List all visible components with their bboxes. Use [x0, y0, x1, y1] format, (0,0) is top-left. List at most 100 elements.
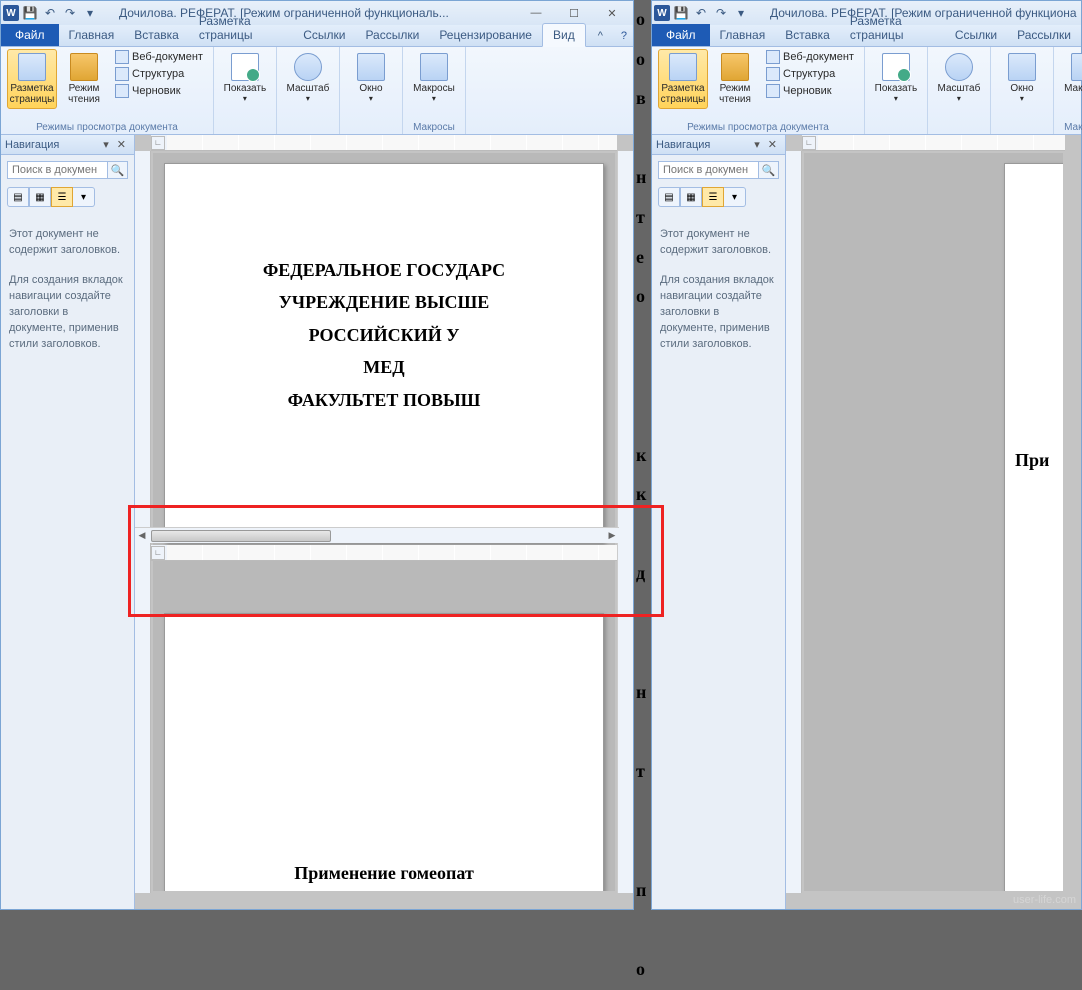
split-horizontal-scrollbar[interactable]: ◀ ▶	[135, 527, 619, 543]
document-area: ∟ При	[786, 135, 1081, 909]
reading-mode-button[interactable]: Режим чтения	[59, 49, 109, 109]
search-icon[interactable]: 🔍	[759, 161, 779, 179]
doc-text: ФАКУЛЬТЕТ ПОВЫШ	[165, 384, 603, 416]
tab-home[interactable]: Главная	[710, 24, 776, 46]
macros-button[interactable]: Макросы▾	[1060, 49, 1082, 107]
show-button[interactable]: Показать▾	[871, 49, 921, 107]
tab-layout[interactable]: Разметка страницы	[840, 10, 945, 46]
group-label-macros: Макросы	[409, 120, 459, 134]
minimize-button[interactable]: —	[517, 3, 555, 23]
ribbon-tabs: Файл Главная Вставка Разметка страницы С…	[1, 25, 633, 47]
nav-view-results[interactable]: ☰	[702, 187, 724, 207]
nav-view-headings[interactable]: ▤	[7, 187, 29, 207]
tab-review[interactable]: Рецензирование	[429, 24, 542, 46]
document-page-top[interactable]: ФЕДЕРАЛЬНОЕ ГОСУДАРС УЧРЕЖДЕНИЕ ВЫСШЕ РО…	[164, 163, 604, 543]
save-icon[interactable]: 💾	[21, 4, 39, 22]
ribbon: Разметка страницы Режим чтения Веб-докум…	[652, 47, 1081, 135]
doc-text: лечении па	[165, 890, 603, 891]
redo-icon[interactable]: ↷	[712, 4, 730, 22]
doc-text: РОССИЙСКИЙ У	[165, 319, 603, 351]
window-title: Дочилова. РЕФЕРАТ. [Режим ограниченной ф…	[99, 6, 517, 20]
nav-title: Навигация	[5, 139, 59, 151]
draft-button[interactable]: Черновик	[111, 83, 207, 99]
doc-text: При	[1005, 444, 1063, 476]
close-button[interactable]: ✕	[593, 3, 631, 23]
word-icon: W	[654, 5, 670, 21]
zoom-button[interactable]: Масштаб▾	[934, 49, 984, 107]
nav-view-results[interactable]: ☰	[51, 187, 73, 207]
navigation-pane: Навигация ▾ ✕ 🔍 ▤ ▦ ☰ ▾ Этот документ не…	[1, 135, 135, 909]
tab-references[interactable]: Ссылки	[293, 24, 355, 46]
tab-mailings[interactable]: Рассылки	[355, 24, 429, 46]
nav-search-input[interactable]	[7, 161, 108, 179]
doc-text: МЕД	[165, 351, 603, 383]
tab-file[interactable]: Файл	[652, 24, 710, 46]
document-page-bottom[interactable]: Применение гомеопат лечении па	[164, 613, 604, 891]
clipped-text: оовнтео ккднтпо	[636, 0, 650, 990]
horizontal-ruler-split[interactable]: ∟	[151, 545, 617, 561]
nav-search-input[interactable]	[658, 161, 759, 179]
outline-button[interactable]: Структура	[111, 66, 207, 82]
web-document-button[interactable]: Веб-документ	[111, 49, 207, 65]
tab-layout[interactable]: Разметка страницы	[189, 10, 293, 46]
qat-more-icon[interactable]: ▾	[732, 4, 750, 22]
group-label-views: Режимы просмотра документа	[7, 120, 207, 134]
undo-icon[interactable]: ↶	[692, 4, 710, 22]
doc-text: ФЕДЕРАЛЬНОЕ ГОСУДАРС	[165, 254, 603, 286]
nav-dropdown-icon[interactable]: ▾	[99, 138, 113, 151]
print-layout-button[interactable]: Разметка страницы	[658, 49, 708, 109]
tab-insert[interactable]: Вставка	[775, 24, 840, 46]
print-layout-button[interactable]: Разметка страницы	[7, 49, 57, 109]
document-area: ∟ ФЕДЕРАЛЬНОЕ ГОСУДАРС УЧРЕЖДЕНИЕ ВЫСШЕ …	[135, 135, 633, 909]
navigation-pane: Навигация ▾ ✕ 🔍 ▤ ▦ ☰ ▾ Этот документ не…	[652, 135, 786, 909]
nav-message-1: Этот документ не содержит заголовков.	[9, 227, 126, 259]
reading-mode-button[interactable]: Режим чтения	[710, 49, 760, 109]
web-document-button[interactable]: Веб-документ	[762, 49, 858, 65]
redo-icon[interactable]: ↷	[61, 4, 79, 22]
nav-close-button[interactable]: ✕	[113, 138, 130, 151]
draft-button[interactable]: Черновик	[762, 83, 858, 99]
outline-button[interactable]: Структура	[762, 66, 858, 82]
nav-close-button[interactable]: ✕	[764, 138, 781, 151]
save-icon[interactable]: 💾	[672, 4, 690, 22]
doc-text: Применение гомеопат	[165, 857, 603, 889]
titlebar: W 💾 ↶ ↷ ▾ Дочилова. РЕФЕРАТ. [Режим огра…	[1, 1, 633, 25]
tab-mailings[interactable]: Рассылки	[1007, 24, 1081, 46]
vertical-ruler[interactable]	[786, 151, 802, 893]
document-page[interactable]: При	[1004, 163, 1063, 891]
tab-home[interactable]: Главная	[59, 24, 125, 46]
nav-view-more[interactable]: ▾	[724, 187, 746, 207]
macros-button[interactable]: Макросы▾	[409, 49, 459, 107]
horizontal-ruler-top[interactable]: ∟	[151, 135, 617, 151]
tab-file[interactable]: Файл	[1, 24, 59, 46]
window-button[interactable]: Окно▾	[346, 49, 396, 107]
search-icon[interactable]: 🔍	[108, 161, 128, 179]
vertical-ruler[interactable]	[135, 151, 151, 893]
ribbon: Разметка страницы Режим чтения Веб-докум…	[1, 47, 633, 135]
nav-dropdown-icon[interactable]: ▾	[750, 138, 764, 151]
tab-references[interactable]: Ссылки	[945, 24, 1007, 46]
collapse-ribbon-icon[interactable]: ^	[592, 26, 609, 46]
show-button[interactable]: Показать▾	[220, 49, 270, 107]
ribbon-tabs: Файл Главная Вставка Разметка страницы С…	[652, 25, 1081, 47]
watermark: user-life.com	[1013, 894, 1076, 906]
qat-more-icon[interactable]: ▾	[81, 4, 99, 22]
help-icon[interactable]: ?	[615, 26, 633, 46]
window-button[interactable]: Окно▾	[997, 49, 1047, 107]
tab-insert[interactable]: Вставка	[124, 24, 189, 46]
nav-view-more[interactable]: ▾	[73, 187, 95, 207]
scroll-left-icon[interactable]: ◀	[135, 529, 149, 543]
doc-text: УЧРЕЖДЕНИЕ ВЫСШЕ	[165, 286, 603, 318]
tab-view[interactable]: Вид	[542, 23, 586, 47]
nav-view-headings[interactable]: ▤	[658, 187, 680, 207]
scroll-right-icon[interactable]: ▶	[605, 529, 619, 543]
vertical-scrollbar[interactable]	[617, 151, 633, 893]
nav-view-pages[interactable]: ▦	[29, 187, 51, 207]
nav-message-2: Для создания вкладок навигации создайте …	[9, 273, 126, 353]
zoom-button[interactable]: Масштаб▾	[283, 49, 333, 107]
undo-icon[interactable]: ↶	[41, 4, 59, 22]
maximize-button[interactable]: ☐	[555, 3, 593, 23]
nav-view-pages[interactable]: ▦	[680, 187, 702, 207]
word-icon: W	[3, 5, 19, 21]
horizontal-ruler[interactable]: ∟	[802, 135, 1065, 151]
